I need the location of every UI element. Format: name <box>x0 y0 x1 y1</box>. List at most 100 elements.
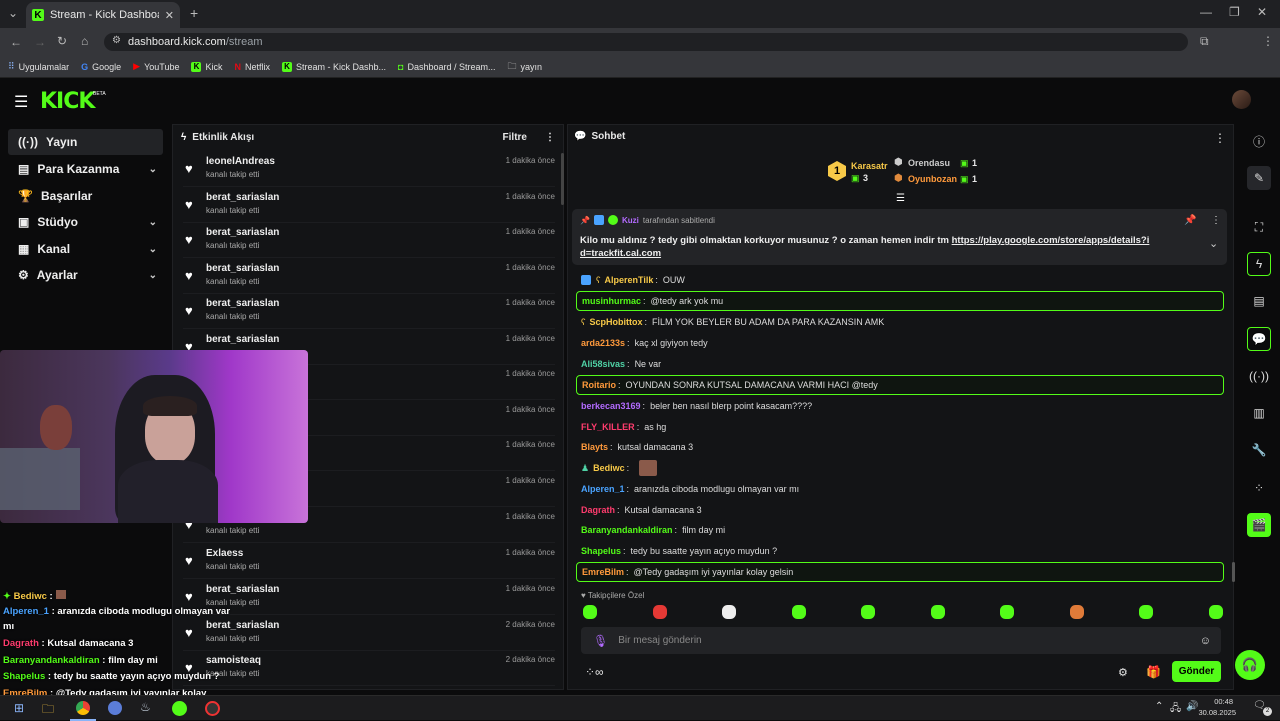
chat-message[interactable]: EmreBilm: @Tedy gadaşım iyi yayınlar kola… <box>576 562 1224 582</box>
follower-name[interactable]: berat_sariaslan <box>206 620 279 631</box>
pinned-more-icon[interactable]: ⋮ <box>1211 215 1221 226</box>
emote-icon[interactable] <box>652 605 667 619</box>
restore-icon[interactable]: ❐ <box>1229 5 1240 19</box>
minimize-icon[interactable]: — <box>1200 5 1212 19</box>
chat-username[interactable]: Blayts <box>581 442 608 452</box>
bookmark-google[interactable]: G Google <box>81 62 121 72</box>
emoji-picker-icon[interactable]: ☺ <box>1200 635 1211 647</box>
browser-menu-icon[interactable]: ⋮ <box>1262 34 1274 48</box>
tab-search-icon[interactable]: ⌄ <box>8 6 18 20</box>
emote-icon[interactable] <box>930 605 945 619</box>
activity-row[interactable]: ♥ berat_sariaslan kanalı takip etti 1 da… <box>183 579 555 615</box>
hamburger-menu-icon[interactable]: ☰ <box>14 92 28 112</box>
back-icon[interactable]: ← <box>10 35 22 49</box>
integrations-icon[interactable]: ⁘ <box>1247 476 1271 500</box>
layout-icon[interactable]: ▥ <box>1247 401 1271 425</box>
fullscreen-icon[interactable]: ⛶ <box>1247 215 1271 239</box>
chat-username[interactable]: Baranyandankaldiran <box>581 525 673 535</box>
home-icon[interactable]: ⌂ <box>81 34 88 48</box>
chat-message[interactable]: ʕ ScpHobittox: FİLM YOK BEYLER BU ADAM DA … <box>576 312 1224 332</box>
follower-name[interactable]: berat_sariaslan <box>206 192 279 203</box>
chat-message[interactable]: Blayts: kutsal damacana 3 <box>576 437 1224 457</box>
url-field[interactable]: ⚙ dashboard.kick.com/stream <box>104 33 1188 51</box>
leader-second-name[interactable]: Orendasu <box>908 158 950 168</box>
app-icon[interactable] <box>108 701 122 715</box>
clapper-icon[interactable]: 🎬 <box>1247 513 1271 537</box>
activity-row[interactable]: ♥ berat_sariaslan kanalı takip etti 1 da… <box>183 293 555 329</box>
notes-icon[interactable]: ▤ <box>1247 289 1271 313</box>
collapse-leaderboard-icon[interactable]: ☰ <box>896 193 905 204</box>
chat-message[interactable]: ʕ AlperenTilk: OUW <box>576 270 1224 290</box>
chat-more-icon[interactable]: ⋮ <box>1214 131 1226 145</box>
sidebar-item-yayin[interactable]: ((·)) Yayın <box>8 129 163 155</box>
follower-name[interactable]: samoisteaq <box>206 655 261 666</box>
emote-icon[interactable] <box>583 605 597 619</box>
obs-icon[interactable] <box>205 701 220 716</box>
send-button[interactable]: Gönder <box>1172 661 1221 682</box>
chat-message[interactable]: arda2133s: kaç xl giyiyon tedy <box>576 333 1224 353</box>
forward-icon[interactable]: → <box>34 35 46 49</box>
chat-message[interactable]: Roitario: OYUNDAN SONRA KUTSAL DAMACANA V… <box>576 375 1224 395</box>
sidebar-item-basarilar[interactable]: 🏆 Başarılar <box>8 183 163 209</box>
quick-actions-icon[interactable]: ϟ <box>1247 252 1271 276</box>
avatar[interactable] <box>1232 90 1251 109</box>
chat-message[interactable]: FLY_KILLER: as hg <box>576 417 1224 437</box>
chat-username[interactable]: Bediwc <box>593 463 625 473</box>
bookmark-folder-yayin[interactable]: 🗀 yayın <box>508 59 543 75</box>
activity-row[interactable]: ♥ berat_sariaslan kanalı takip etti 2 da… <box>183 615 555 651</box>
chat-username[interactable]: EmreBilm <box>582 567 624 577</box>
close-tab-icon[interactable]: ✕ <box>165 9 174 22</box>
new-tab-icon[interactable]: + <box>190 5 198 21</box>
broadcast-rail-icon[interactable]: ((·)) <box>1247 364 1271 388</box>
expand-pinned-icon[interactable]: ⌄ <box>1209 237 1218 250</box>
bookmark-stream-kick[interactable]: K Stream - Kick Dashb... <box>282 61 386 72</box>
info-icon[interactable]: ⓘ <box>1247 129 1271 153</box>
chat-message[interactable]: Shapelus: tedy bu saatte yayın açıyo muyd… <box>576 541 1224 561</box>
reload-icon[interactable]: ↻ <box>57 34 67 48</box>
steam-icon[interactable]: ♨ <box>140 700 151 714</box>
emote-icon[interactable] <box>1069 605 1084 619</box>
microphone-icon[interactable]: 🎙 <box>593 634 608 648</box>
chat-message[interactable]: Ali58sivas: Ne var <box>576 354 1224 374</box>
follower-name[interactable]: berat_sariaslan <box>206 334 279 345</box>
chat-username[interactable]: Shapelus <box>581 546 621 556</box>
chat-message[interactable]: berkecan3169: beler ben nasıl blerp point… <box>576 396 1224 416</box>
bookmark-kick[interactable]: K Kick <box>191 61 222 72</box>
bookmark-dashboard-stream[interactable]: ◘ Dashboard / Stream... <box>398 62 495 72</box>
chat-username[interactable]: berkecan3169 <box>581 401 641 411</box>
tray-chevron-icon[interactable]: ⌃ <box>1155 701 1163 712</box>
loyalty-points-icon[interactable]: ⁘∞ <box>585 665 604 679</box>
sidebar-item-ayarlar[interactable]: ⚙ Ayarlar ⌄ <box>8 262 163 288</box>
follower-name[interactable]: Exlaess <box>206 548 243 559</box>
windows-start-icon[interactable]: ⊞ <box>14 701 24 715</box>
chat-username[interactable]: musinhurmac <box>582 296 641 306</box>
activity-scrollbar[interactable] <box>561 153 564 205</box>
chat-username[interactable]: arda2133s <box>581 338 625 348</box>
sidebar-item-para-kazanma[interactable]: ▤ Para Kazanma ⌄ <box>8 156 163 182</box>
chat-username[interactable]: Roitario <box>582 380 616 390</box>
chat-input-box[interactable]: 🎙 Bir mesaj gönderin ☺ <box>581 627 1221 654</box>
chat-toggle-icon[interactable]: 💬 <box>1247 327 1271 351</box>
leader-first-name[interactable]: Karasatr <box>851 161 888 171</box>
follower-name[interactable]: berat_sariaslan <box>206 227 279 238</box>
chat-username[interactable]: AlperenTilk <box>605 275 654 285</box>
kick-logo[interactable]: KICK <box>40 89 95 114</box>
bookmark-apps[interactable]: ⠿ Uygulamalar <box>8 61 69 72</box>
gift-subs-icon[interactable]: 🎁 <box>1146 665 1161 679</box>
chat-username[interactable]: Dagrath <box>581 505 615 515</box>
follower-name[interactable]: leonelAndreas <box>206 156 275 167</box>
clock-date[interactable]: 30.08.2025 <box>1192 708 1236 717</box>
emote-icon[interactable] <box>861 605 876 619</box>
site-info-icon[interactable]: ⚙ <box>112 35 121 46</box>
activity-row[interactable]: ♥ samoisteaq kanalı takip etti 2 dakika … <box>183 650 555 686</box>
unpin-icon[interactable]: 📌 <box>1184 215 1196 226</box>
chat-scrollbar[interactable] <box>1232 562 1235 582</box>
emote-icon[interactable] <box>1139 605 1154 619</box>
chat-username[interactable]: Ali58sivas <box>581 359 625 369</box>
clock-time[interactable]: 00:48 <box>1201 697 1233 706</box>
wrench-icon[interactable]: 🔧 <box>1247 438 1271 462</box>
activity-row[interactable]: ♥ Exlaess kanalı takip etti 1 dakika önc… <box>183 543 555 579</box>
chat-message[interactable]: Baranyandankaldiran: film day mi <box>576 520 1224 540</box>
emote-icon[interactable] <box>722 605 737 619</box>
follower-name[interactable]: berat_sariaslan <box>206 298 279 309</box>
